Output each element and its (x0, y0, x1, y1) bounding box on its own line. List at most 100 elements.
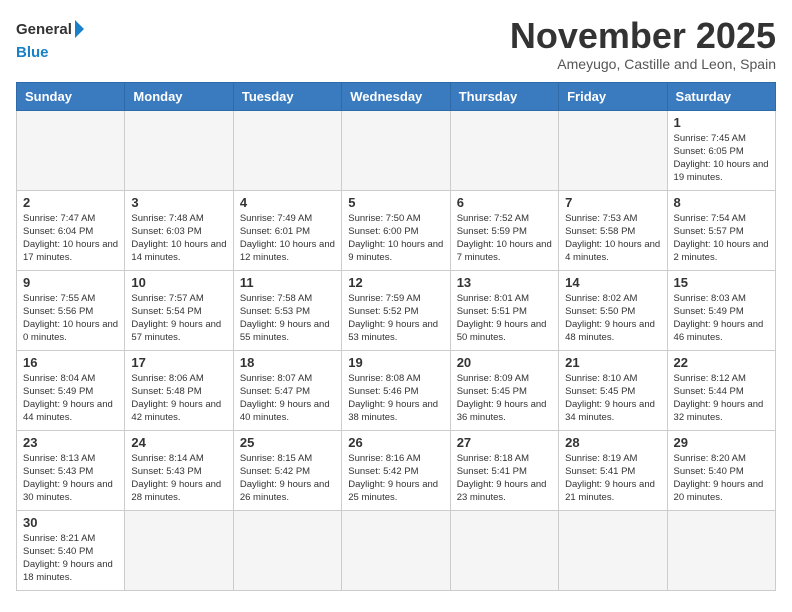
logo-triangle-icon (75, 20, 84, 38)
day-info: Sunrise: 8:16 AM Sunset: 5:42 PM Dayligh… (348, 452, 443, 505)
day-info: Sunrise: 8:07 AM Sunset: 5:47 PM Dayligh… (240, 372, 335, 425)
calendar-cell (667, 510, 775, 590)
calendar-header-row: SundayMondayTuesdayWednesdayThursdayFrid… (17, 82, 776, 110)
calendar-cell: 20Sunrise: 8:09 AM Sunset: 5:45 PM Dayli… (450, 350, 558, 430)
calendar-cell: 24 Sunrise: 8:14 AM Sunset: 5:43 PM Dayli… (125, 430, 233, 510)
day-number: 22 (674, 355, 769, 370)
month-title: November 2025 (510, 16, 776, 56)
day-number: 2 (23, 195, 118, 210)
calendar-cell: 27 Sunrise: 8:18 AM Sunset: 5:41 PM Dayli… (450, 430, 558, 510)
calendar-cell (125, 110, 233, 190)
day-info: Sunrise: 8:01 AM Sunset: 5:51 PM Dayligh… (457, 292, 552, 345)
calendar-cell: 29Sunrise: 8:20 AM Sunset: 5:40 PM Dayli… (667, 430, 775, 510)
calendar-cell: 22Sunrise: 8:12 AM Sunset: 5:44 PM Dayli… (667, 350, 775, 430)
day-number: 15 (674, 275, 769, 290)
day-number: 3 (131, 195, 226, 210)
calendar-cell: 23 Sunrise: 8:13 AM Sunset: 5:43 PM Dayli… (17, 430, 125, 510)
day-info: Sunrise: 7:53 AM Sunset: 5:58 PM Dayligh… (565, 212, 660, 265)
day-info: Sunrise: 8:19 AM Sunset: 5:41 PM Dayligh… (565, 452, 660, 505)
calendar-cell: 10Sunrise: 7:57 AM Sunset: 5:54 PM Dayli… (125, 270, 233, 350)
day-info: Sunrise: 8:14 AM Sunset: 5:43 PM Dayligh… (131, 452, 226, 505)
day-number: 27 (457, 435, 552, 450)
day-number: 18 (240, 355, 335, 370)
calendar-cell: 16 Sunrise: 8:04 AM Sunset: 5:49 PM Dayli… (17, 350, 125, 430)
calendar-cell: 9Sunrise: 7:55 AM Sunset: 5:56 PM Daylig… (17, 270, 125, 350)
day-number: 1 (674, 115, 769, 130)
day-number: 28 (565, 435, 660, 450)
day-number: 21 (565, 355, 660, 370)
day-info: Sunrise: 7:45 AM Sunset: 6:05 PM Dayligh… (674, 132, 769, 185)
col-header-saturday: Saturday (667, 82, 775, 110)
day-info: Sunrise: 8:04 AM Sunset: 5:49 PM Dayligh… (23, 372, 118, 425)
day-info: Sunrise: 7:54 AM Sunset: 5:57 PM Dayligh… (674, 212, 769, 265)
day-number: 12 (348, 275, 443, 290)
calendar-cell: 5Sunrise: 7:50 AM Sunset: 6:00 PM Daylig… (342, 190, 450, 270)
day-info: Sunrise: 8:08 AM Sunset: 5:46 PM Dayligh… (348, 372, 443, 425)
calendar-cell (450, 110, 558, 190)
day-info: Sunrise: 7:59 AM Sunset: 5:52 PM Dayligh… (348, 292, 443, 345)
calendar-cell: 8 Sunrise: 7:54 AM Sunset: 5:57 PM Daylig… (667, 190, 775, 270)
day-number: 24 (131, 435, 226, 450)
day-info: Sunrise: 8:21 AM Sunset: 5:40 PM Dayligh… (23, 532, 118, 585)
logo-brand: General (16, 20, 84, 40)
col-header-thursday: Thursday (450, 82, 558, 110)
col-header-sunday: Sunday (17, 82, 125, 110)
day-info: Sunrise: 8:20 AM Sunset: 5:40 PM Dayligh… (674, 452, 769, 505)
day-number: 20 (457, 355, 552, 370)
calendar-cell: 11 Sunrise: 7:58 AM Sunset: 5:53 PM Dayli… (233, 270, 341, 350)
location-subtitle: Ameyugo, Castille and Leon, Spain (510, 56, 776, 72)
day-number: 17 (131, 355, 226, 370)
day-number: 19 (348, 355, 443, 370)
calendar-cell: 28 Sunrise: 8:19 AM Sunset: 5:41 PM Dayli… (559, 430, 667, 510)
day-info: Sunrise: 7:55 AM Sunset: 5:56 PM Dayligh… (23, 292, 118, 345)
week-row-3: 9Sunrise: 7:55 AM Sunset: 5:56 PM Daylig… (17, 270, 776, 350)
calendar-cell: 25 Sunrise: 8:15 AM Sunset: 5:42 PM Dayli… (233, 430, 341, 510)
calendar-cell: 4Sunrise: 7:49 AM Sunset: 6:01 PM Daylig… (233, 190, 341, 270)
col-header-friday: Friday (559, 82, 667, 110)
logo-blue-text: Blue (16, 44, 49, 61)
week-row-2: 2 Sunrise: 7:47 AM Sunset: 6:04 PM Daylig… (17, 190, 776, 270)
day-info: Sunrise: 8:15 AM Sunset: 5:42 PM Dayligh… (240, 452, 335, 505)
day-number: 11 (240, 275, 335, 290)
day-number: 25 (240, 435, 335, 450)
day-number: 16 (23, 355, 118, 370)
calendar-cell (233, 110, 341, 190)
col-header-tuesday: Tuesday (233, 82, 341, 110)
calendar-cell (342, 110, 450, 190)
calendar-cell (450, 510, 558, 590)
day-number: 13 (457, 275, 552, 290)
calendar-table: SundayMondayTuesdayWednesdayThursdayFrid… (16, 82, 776, 591)
calendar-cell: 7Sunrise: 7:53 AM Sunset: 5:58 PM Daylig… (559, 190, 667, 270)
calendar-cell: 6 Sunrise: 7:52 AM Sunset: 5:59 PM Daylig… (450, 190, 558, 270)
col-header-wednesday: Wednesday (342, 82, 450, 110)
calendar-cell (17, 110, 125, 190)
calendar-cell: 15 Sunrise: 8:03 AM Sunset: 5:49 PM Dayli… (667, 270, 775, 350)
col-header-monday: Monday (125, 82, 233, 110)
day-info: Sunrise: 8:10 AM Sunset: 5:45 PM Dayligh… (565, 372, 660, 425)
calendar-cell: 18 Sunrise: 8:07 AM Sunset: 5:47 PM Dayli… (233, 350, 341, 430)
day-info: Sunrise: 7:52 AM Sunset: 5:59 PM Dayligh… (457, 212, 552, 265)
calendar-cell: 21 Sunrise: 8:10 AM Sunset: 5:45 PM Dayli… (559, 350, 667, 430)
day-info: Sunrise: 7:58 AM Sunset: 5:53 PM Dayligh… (240, 292, 335, 345)
day-number: 26 (348, 435, 443, 450)
day-info: Sunrise: 7:47 AM Sunset: 6:04 PM Dayligh… (23, 212, 118, 265)
calendar-cell (233, 510, 341, 590)
day-info: Sunrise: 8:18 AM Sunset: 5:41 PM Dayligh… (457, 452, 552, 505)
day-info: Sunrise: 7:57 AM Sunset: 5:54 PM Dayligh… (131, 292, 226, 345)
calendar-cell: 1 Sunrise: 7:45 AM Sunset: 6:05 PM Daylig… (667, 110, 775, 190)
week-row-6: 30Sunrise: 8:21 AM Sunset: 5:40 PM Dayli… (17, 510, 776, 590)
calendar-cell: 30Sunrise: 8:21 AM Sunset: 5:40 PM Dayli… (17, 510, 125, 590)
week-row-5: 23 Sunrise: 8:13 AM Sunset: 5:43 PM Dayli… (17, 430, 776, 510)
day-info: Sunrise: 8:03 AM Sunset: 5:49 PM Dayligh… (674, 292, 769, 345)
day-number: 8 (674, 195, 769, 210)
calendar-cell: 26 Sunrise: 8:16 AM Sunset: 5:42 PM Dayli… (342, 430, 450, 510)
week-row-1: 1 Sunrise: 7:45 AM Sunset: 6:05 PM Daylig… (17, 110, 776, 190)
day-number: 4 (240, 195, 335, 210)
day-info: Sunrise: 7:48 AM Sunset: 6:03 PM Dayligh… (131, 212, 226, 265)
calendar-cell (125, 510, 233, 590)
day-number: 23 (23, 435, 118, 450)
calendar-cell: 14Sunrise: 8:02 AM Sunset: 5:50 PM Dayli… (559, 270, 667, 350)
day-number: 6 (457, 195, 552, 210)
day-info: Sunrise: 8:13 AM Sunset: 5:43 PM Dayligh… (23, 452, 118, 505)
logo-general-text: General (16, 22, 72, 39)
